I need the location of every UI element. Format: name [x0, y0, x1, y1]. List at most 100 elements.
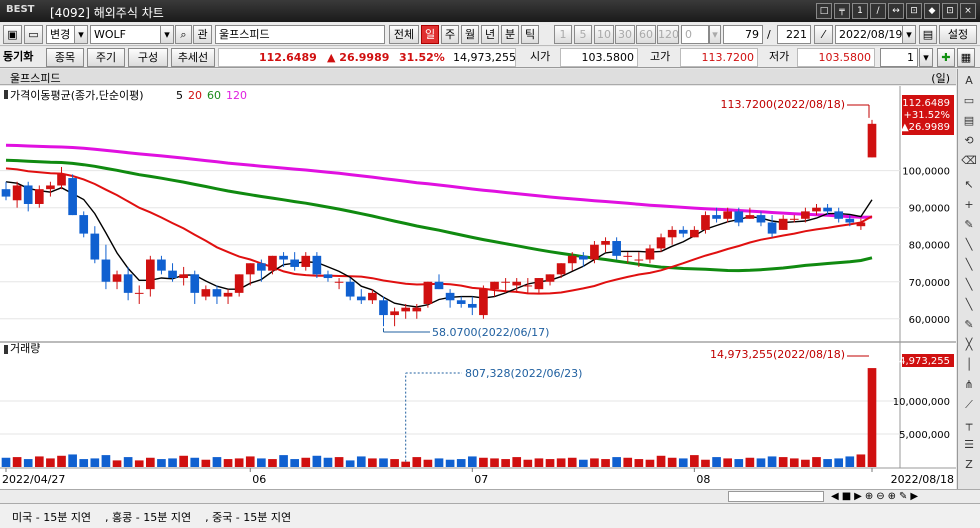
interval-120[interactable]: 120	[657, 25, 679, 44]
search-icon[interactable]: ⌕	[175, 25, 192, 44]
playback-controls[interactable]: ◀■▶⊕⊖⊕✎▶	[831, 491, 921, 502]
window-btn-4[interactable]: /	[870, 3, 886, 19]
up-arrow-icon[interactable]: A	[961, 73, 977, 89]
sync-label[interactable]: 동기화	[3, 47, 33, 66]
layout-icon[interactable]: ▣	[3, 25, 22, 44]
tab-trendline[interactable]: 추세선	[171, 48, 215, 67]
volume-panel-handle	[4, 345, 8, 354]
period-year[interactable]: 년	[481, 25, 499, 44]
tab-compose[interactable]: 구성	[128, 48, 168, 67]
fan-icon[interactable]: ⟋	[961, 397, 977, 413]
tab-symbol[interactable]: 종목	[46, 48, 84, 67]
interval-60[interactable]: 60	[636, 25, 656, 44]
window-btn-3[interactable]: 1	[852, 3, 868, 19]
cursor-icon[interactable]: ↖	[961, 177, 977, 193]
text-icon[interactable]: Z	[961, 457, 977, 473]
window-btn-2[interactable]: ╤	[834, 3, 850, 19]
volume-bar	[523, 459, 533, 467]
open-value: 103.5800	[560, 48, 638, 67]
settings-button[interactable]: 설정	[939, 25, 977, 44]
candle-body	[745, 215, 755, 219]
recent-icon[interactable]: ▤	[961, 113, 977, 129]
pencil-icon[interactable]: ✎	[961, 217, 977, 233]
pitchfork-icon[interactable]: ⋔	[961, 377, 977, 393]
candle-body	[179, 274, 188, 279]
trendline-icon[interactable]: ╲	[961, 237, 977, 253]
channel-icon[interactable]: ╳	[961, 337, 977, 353]
symbol-dropdown-icon[interactable]: ▾	[160, 25, 174, 44]
period-day[interactable]: 일	[421, 25, 439, 44]
period-minute[interactable]: 분	[501, 25, 519, 44]
close-button[interactable]: ×	[960, 3, 976, 19]
crosshair-icon[interactable]: +	[961, 197, 977, 213]
candle-body	[279, 255, 288, 260]
tab-period[interactable]: 주기	[87, 48, 125, 67]
horizontal-line-icon[interactable]: ┬	[961, 417, 977, 433]
line-icon[interactable]: ╲	[961, 257, 977, 273]
candle-body	[356, 296, 366, 301]
all-icon[interactable]: ⟲	[961, 133, 977, 149]
date-dropdown-icon[interactable]: ▾	[902, 25, 916, 44]
volume-bar	[567, 457, 577, 467]
display-count-input[interactable]: 79	[723, 25, 763, 44]
period-tick[interactable]: 틱	[521, 25, 539, 44]
interval-10[interactable]: 10	[594, 25, 614, 44]
gwan-button[interactable]: 관	[193, 25, 212, 44]
split-dropdown-icon[interactable]: ▾	[919, 48, 933, 67]
volume-bar	[312, 455, 322, 467]
interval-1[interactable]: 1	[554, 25, 572, 44]
fibonacci-icon[interactable]: ☰	[961, 437, 977, 453]
interval-spin-icon[interactable]: ▾	[709, 25, 721, 44]
candle-body	[556, 263, 566, 275]
candle-body	[623, 255, 633, 257]
indicator-icon[interactable]: ▭	[961, 93, 977, 109]
brush-icon[interactable]: ✎	[961, 317, 977, 333]
interval-input[interactable]: 0	[681, 25, 709, 44]
window-btn-5[interactable]: ↔	[888, 3, 904, 19]
interval-30[interactable]: 30	[615, 25, 635, 44]
window-btn-6[interactable]: ⊡	[906, 3, 922, 19]
window-btn-7[interactable]: ◆	[924, 3, 940, 19]
volume-bar	[756, 458, 766, 467]
line-chart-icon[interactable]: ⁄	[814, 25, 833, 44]
candle-body	[46, 185, 55, 190]
grid-icon[interactable]: ▦	[957, 48, 975, 67]
window-btn-1[interactable]: □	[816, 3, 832, 19]
interval-5[interactable]: 5	[574, 25, 592, 44]
window-btn-8[interactable]: ⊡	[942, 3, 958, 19]
candle-body	[101, 259, 111, 282]
candle-body	[290, 259, 299, 267]
candle-body	[1, 189, 11, 197]
save-icon[interactable]: ▤	[919, 25, 937, 44]
volume-bar	[268, 459, 277, 467]
volume-bar	[634, 459, 644, 467]
last-price-box-line: ▲26.9989	[901, 122, 950, 133]
volume-bar	[234, 458, 244, 467]
volume-bar	[323, 457, 333, 467]
segment-icon[interactable]: ╲	[961, 297, 977, 313]
chevron-down-icon[interactable]: ▾	[74, 25, 88, 44]
candle-body	[789, 218, 799, 220]
price-max-annotation: 113.7200(2022/08/18)	[721, 98, 845, 111]
candle-body	[412, 307, 422, 312]
candle-body	[634, 259, 644, 261]
period-week[interactable]: 주	[441, 25, 459, 44]
ray-icon[interactable]: ╲	[961, 277, 977, 293]
vertical-line-icon[interactable]: │	[961, 357, 977, 373]
candle-body	[379, 300, 388, 316]
chart-area[interactable]: 60,0000 70,0000 80,0000 90,0000 100,0000 5,00…	[0, 86, 956, 489]
candle-body	[445, 292, 455, 301]
volume-bar	[767, 456, 777, 467]
candle-body	[823, 207, 832, 212]
volume-bar	[223, 459, 233, 467]
volume-bar	[823, 459, 832, 467]
period-month[interactable]: 월	[461, 25, 479, 44]
candle-body	[245, 263, 255, 275]
eraser-icon[interactable]: ⌫	[961, 153, 977, 169]
split-count-select[interactable]: 1	[880, 48, 918, 67]
add-icon[interactable]: ✚	[937, 48, 955, 67]
scroll-slider[interactable]	[728, 491, 824, 502]
candle-body	[301, 255, 311, 267]
range-all-button[interactable]: 전체	[389, 25, 419, 44]
monitor-icon[interactable]: ▭	[24, 25, 43, 44]
